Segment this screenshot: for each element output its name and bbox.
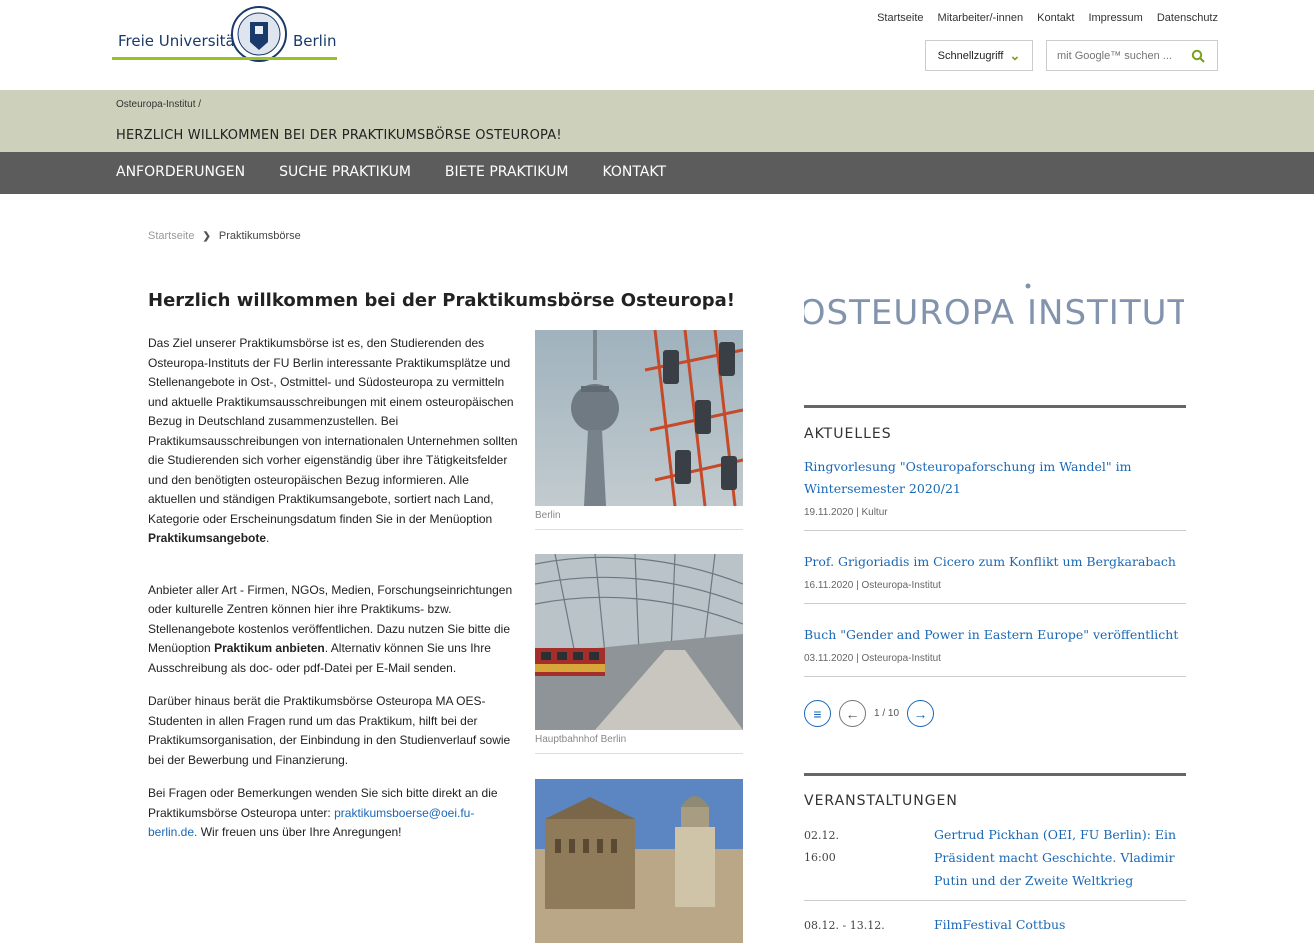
event-title[interactable]: Gertrud Pickhan (OEI, FU Berlin): Ein Pr… <box>934 823 1184 892</box>
arrow-right-icon[interactable]: → <box>907 700 935 727</box>
nav-anforderungen[interactable]: ANFORDERUNGEN <box>116 164 245 180</box>
news-divider <box>804 676 1186 677</box>
pager-status: 1 / 10 <box>874 708 900 719</box>
bold-praktikum-anbieten: Praktikum anbieten <box>214 641 325 655</box>
news-pager: ≡ ← 1 / 10 → <box>804 700 935 727</box>
caption-berlin: Berlin <box>535 510 561 521</box>
search-icon[interactable] <box>1191 49 1205 63</box>
search-input[interactable] <box>1057 49 1192 62</box>
arrow-left-icon[interactable]: ← <box>839 700 866 727</box>
oei-logo-text: OSTEUROPA INSTITUT <box>804 293 1184 333</box>
event-date: 02.12. 16:00 <box>804 829 839 864</box>
paragraph-1: Das Ziel unserer Praktikumsbörse ist es,… <box>148 336 518 545</box>
nav-biete-praktikum[interactable]: BIETE PRAKTIKUM <box>445 164 569 180</box>
breadcrumb-current: Praktikumsbörse <box>218 230 301 242</box>
news-divider <box>804 530 1186 531</box>
news-heading: AKTUELLES <box>804 426 892 442</box>
caption-divider <box>535 529 743 530</box>
event-divider <box>804 900 1186 901</box>
breadcrumb-home[interactable]: Startseite <box>148 230 194 242</box>
tv-tower-image <box>535 330 743 506</box>
link-impressum[interactable]: Impressum <box>1088 12 1142 24</box>
nav-kontakt[interactable]: KONTAKT <box>602 164 666 180</box>
chevron-right-icon: ❯ <box>202 230 211 242</box>
fu-berlin-logo[interactable]: Freie Universität Berlin <box>112 2 337 76</box>
chevron-down-icon: ⌄ <box>1009 47 1021 63</box>
institute-crumb[interactable]: Osteuropa-Institut / <box>116 99 201 110</box>
event-item: 02.12. 16:00 Gertrud Pickhan (OEI, FU Be… <box>804 823 1186 903</box>
news-item: Buch "Gender and Power in Eastern Europe… <box>804 624 1186 677</box>
paragraph-3: Darüber hinaus berät die Praktikumsbörse… <box>148 694 511 767</box>
header: Freie Universität Berlin Startseite Mita… <box>0 0 1314 90</box>
event-item: 08.12. - 13.12. FilmFestival Cottbus <box>804 913 1186 943</box>
photo-berlin: Berlin <box>535 330 743 530</box>
search-box <box>1046 40 1218 71</box>
station-image <box>535 554 743 730</box>
link-startseite[interactable]: Startseite <box>877 12 923 24</box>
breadcrumb: Startseite ❯ Praktikumsbörse <box>148 230 301 242</box>
square-image <box>535 779 743 943</box>
bold-praktikumsangebote: Praktikumsangebote <box>148 531 267 545</box>
events-rule <box>804 773 1186 776</box>
intro-text: Das Ziel unserer Praktikumsbörse ist es,… <box>148 334 518 857</box>
events-heading: VERANSTALTUNGEN <box>804 793 958 809</box>
nav-suche-praktikum[interactable]: SUCHE PRAKTIKUM <box>279 164 411 180</box>
news-title[interactable]: Ringvorlesung "Osteuropaforschung im Wan… <box>804 456 1186 500</box>
logo-text-left: Freie Universität <box>118 32 241 50</box>
paragraph-2: Anbieter aller Art - Firmen, NGOs, Medie… <box>148 582 513 675</box>
news-divider <box>804 603 1186 604</box>
link-kontakt[interactable]: Kontakt <box>1037 12 1074 24</box>
photo-hauptbahnhof: Hauptbahnhof Berlin <box>535 554 743 754</box>
oei-logo[interactable]: OSTEUROPA INSTITUT <box>804 282 1184 342</box>
news-meta: 16.11.2020 | Osteuropa-Institut <box>804 580 941 591</box>
service-links: Startseite Mitarbeiter/-innen Kontakt Im… <box>877 12 1218 24</box>
news-rule <box>804 405 1186 408</box>
news-title[interactable]: Prof. Grigoriadis im Cicero zum Konflikt… <box>804 551 1186 573</box>
logo-underline <box>112 57 337 60</box>
news-meta: 03.11.2020 | Osteuropa-Institut <box>804 653 941 664</box>
news-item: Prof. Grigoriadis im Cicero zum Konflikt… <box>804 551 1186 604</box>
news-title[interactable]: Buch "Gender and Power in Eastern Europe… <box>804 624 1186 646</box>
university-seal-icon <box>231 6 287 62</box>
link-mitarbeiter[interactable]: Mitarbeiter/-innen <box>938 12 1024 24</box>
event-title[interactable]: FilmFestival Cottbus <box>934 913 1184 936</box>
main-navigation: ANFORDERUNGEN SUCHE PRAKTIKUM BIETE PRAK… <box>0 152 1314 194</box>
news-item: Ringvorlesung "Osteuropaforschung im Wan… <box>804 456 1186 531</box>
photo-gendarmenmarkt <box>535 779 743 943</box>
site-title[interactable]: HERZLICH WILLKOMMEN BEI DER PRAKTIKUMSBÖ… <box>116 128 562 143</box>
quick-access-label: Schnellzugriff <box>937 49 1004 62</box>
paragraph-4: Bei Fragen oder Bemerkungen wenden Sie s… <box>148 786 498 839</box>
caption-hauptbahnhof: Hauptbahnhof Berlin <box>535 734 627 745</box>
link-datenschutz[interactable]: Datenschutz <box>1157 12 1218 24</box>
caption-divider <box>535 753 743 754</box>
quick-access-button[interactable]: Schnellzugriff ⌄ <box>925 40 1033 71</box>
page-title: Herzlich willkommen bei der Praktikumsbö… <box>148 290 735 311</box>
event-date: 08.12. - 13.12. <box>804 919 885 932</box>
list-icon[interactable]: ≡ <box>804 700 831 727</box>
news-meta: 19.11.2020 | Kultur <box>804 507 888 518</box>
logo-text-right: Berlin <box>293 32 337 50</box>
